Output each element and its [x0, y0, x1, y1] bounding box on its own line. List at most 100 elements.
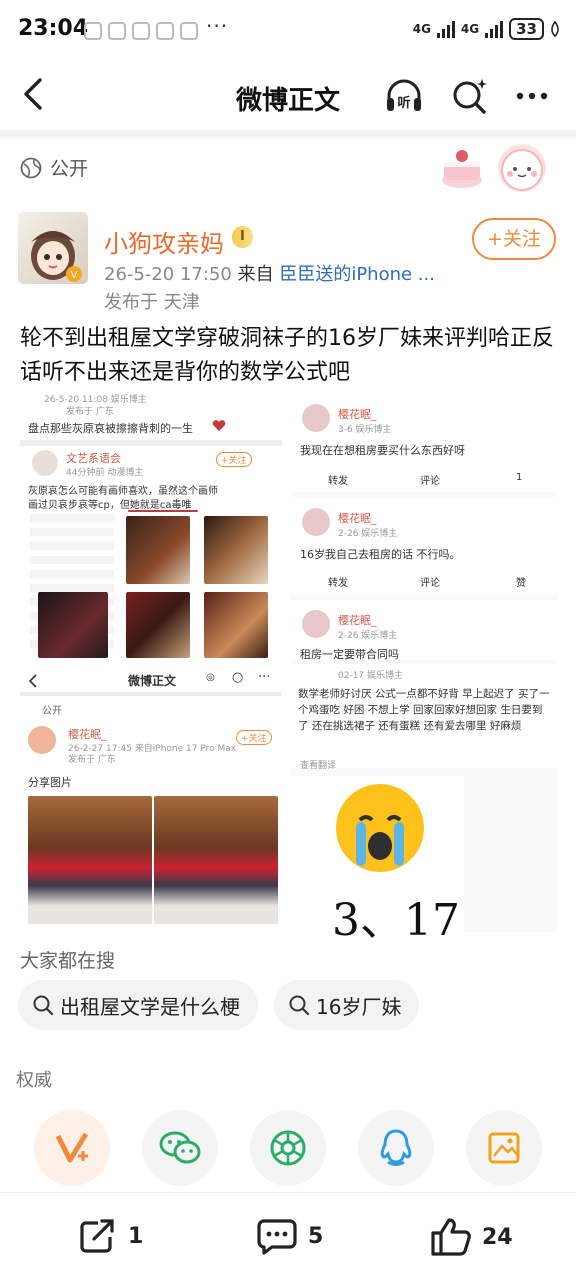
mini-username: 文艺系语会: [66, 452, 121, 465]
mini-like: 1: [516, 472, 523, 483]
search-icon: [33, 995, 54, 1016]
mini-text: 数学老师好讨厌 公式一点都不好背 早上起迟了 买了一个鸡蛋吃 好困 不想上学 回…: [298, 688, 550, 732]
globe-icon: [20, 157, 42, 178]
anime-image: [126, 516, 190, 584]
screenshot-left-bottom: 微博正文 ◎ ○ ··· 公开 樱花眠_ 26-2-27 17:45 来自iPh…: [20, 668, 282, 932]
repost-button[interactable]: 1: [78, 1217, 143, 1255]
handwritten-date: 3、17: [332, 895, 460, 946]
mini-back-icon: [28, 674, 37, 688]
search-section-title: 大家都在搜: [20, 950, 116, 972]
mini-more-icon: ···: [258, 670, 271, 685]
search-chip-label: 出租屋文学是什么梗: [60, 994, 240, 1019]
svg-text:V: V: [71, 270, 78, 281]
share-wechat[interactable]: [142, 1110, 218, 1186]
comment-button[interactable]: 5: [256, 1217, 323, 1255]
mini-avatar: [28, 726, 56, 754]
mini-like: 赞: [516, 578, 526, 589]
notification-icons: [84, 22, 198, 40]
svg-text:听: 听: [397, 95, 410, 111]
mini-text: 盘点那些灰原哀被擦擦背刺的一生: [28, 422, 193, 435]
member-badge[interactable]: I: [232, 226, 253, 248]
share-qq[interactable]: [358, 1110, 434, 1186]
mini-avatar: [302, 404, 330, 432]
mini-avatar: [32, 450, 58, 476]
post-source[interactable]: 臣臣送的iPhone ...: [279, 264, 435, 285]
weibo-v-icon: [55, 1132, 89, 1163]
mini-meta: 2-26 娱乐博主: [338, 529, 398, 539]
mini-visibility: 公开: [42, 706, 62, 717]
mini-text: 灰原哀怎么可能有画师喜欢，虽然这个画师: [28, 486, 218, 497]
post-time: 26-5-20 17:50: [104, 264, 232, 285]
mini-comment: 评论: [420, 476, 440, 487]
mini-username: 樱花眠_: [68, 728, 107, 741]
mini-meta: 44分钟前 动漫博主: [66, 468, 144, 478]
notification-icon: [180, 22, 198, 40]
notification-icon: [156, 22, 174, 40]
red-underline: [128, 510, 198, 512]
post-text: 轮不到出租屋文学穿破洞袜子的16岁厂妹来评判哈正反话听不出来还是背你的数学公式吧: [20, 326, 554, 385]
visibility-indicator: 公开: [20, 154, 88, 181]
repost-count: 1: [128, 1223, 144, 1249]
share-weibo-v[interactable]: [34, 1110, 110, 1186]
post-location: 发布于 天津: [104, 292, 200, 313]
leaf-icon: [551, 21, 559, 37]
qq-icon: [380, 1129, 412, 1166]
screenshot-left-top: 26-5-20 11:08 娱乐博主 发布于 广东 盘点那些灰原哀被擦擦背刺的一…: [20, 392, 282, 662]
status-time: 23:04: [18, 16, 89, 41]
mini-divider: [20, 440, 282, 446]
mini-text: 我现在在想租房要买什么东西好呀: [300, 444, 465, 457]
moments-icon: [270, 1130, 306, 1166]
share-save-image[interactable]: [466, 1110, 542, 1186]
notification-icon: [132, 22, 150, 40]
mini-username: 樱花眠_: [338, 408, 377, 421]
repost-icon: [80, 1219, 114, 1253]
mini-comment: 评论: [420, 578, 440, 589]
search-chip[interactable]: 出租屋文学是什么梗: [18, 980, 258, 1030]
like-button[interactable]: 24: [430, 1217, 513, 1257]
mini-follow: +关注: [236, 730, 272, 745]
search-icon: [289, 995, 310, 1016]
wechat-icon: [159, 1131, 201, 1164]
share-moments[interactable]: [250, 1110, 326, 1186]
mini-text: 租房一定要带合同吗: [300, 648, 399, 661]
author-name[interactable]: 小狗攻亲妈: [104, 224, 224, 259]
section-divider: [0, 130, 576, 138]
broken-heart-icon: [212, 420, 226, 431]
mini-repost: 转发: [328, 578, 348, 589]
post-image[interactable]: 26-5-20 11:08 娱乐博主 发布于 广东 盘点那些灰原哀被擦擦背刺的一…: [20, 392, 558, 946]
search-chip[interactable]: 16岁厂妹: [274, 980, 420, 1030]
mini-username: 樱花眠_: [338, 614, 377, 627]
cake-decoration-icon: [442, 144, 546, 192]
mini-title: 微博正文: [128, 674, 177, 688]
mini-meta: 2-26 娱乐博主: [338, 631, 398, 641]
battery-indicator: 33: [509, 18, 544, 40]
signal-icon: [436, 20, 455, 38]
listen-icon[interactable]: 听: [384, 76, 424, 116]
search-icon[interactable]: [450, 76, 490, 116]
mini-follow: +关注: [216, 452, 252, 467]
bottom-action-bar: 1 5 24: [0, 1192, 576, 1280]
author-avatar[interactable]: V: [18, 212, 88, 284]
mini-text: 16岁我自己去租房的话 不行吗。: [300, 548, 461, 561]
mini-listen-icon: ◎: [206, 672, 215, 683]
anime-image: [204, 516, 268, 584]
status-bar: 23:04 ··· 4G 4G 33: [0, 0, 576, 60]
anime-image: [204, 592, 268, 658]
network-label-1: 4G: [412, 22, 431, 36]
weibo-post-page: 23:04 ··· 4G 4G 33 微博正文 听 公开 V 小狗攻亲妈 I 2…: [0, 0, 576, 1280]
top-nav: 微博正文 听: [0, 60, 576, 130]
notification-icon: [108, 22, 126, 40]
follow-button[interactable]: +关注: [472, 218, 556, 260]
from-label: 来自: [237, 264, 274, 285]
anime-image: [38, 592, 108, 658]
mini-caption: 分享图片: [28, 776, 72, 789]
thumbs-up-icon: [431, 1218, 471, 1256]
shared-photo: [28, 796, 152, 924]
more-notifications: ···: [206, 14, 229, 38]
mini-divider: [20, 692, 282, 696]
mini-translate-link: 查看翻译: [300, 761, 337, 771]
signal-icon: [485, 20, 504, 38]
more-icon[interactable]: [512, 76, 552, 116]
screenshot-right: 樱花眠_ 3-6 娱乐博主 我现在在想租房要买什么东西好呀 转发 评论 1 樱花…: [290, 392, 558, 946]
notification-icon: [84, 22, 102, 40]
